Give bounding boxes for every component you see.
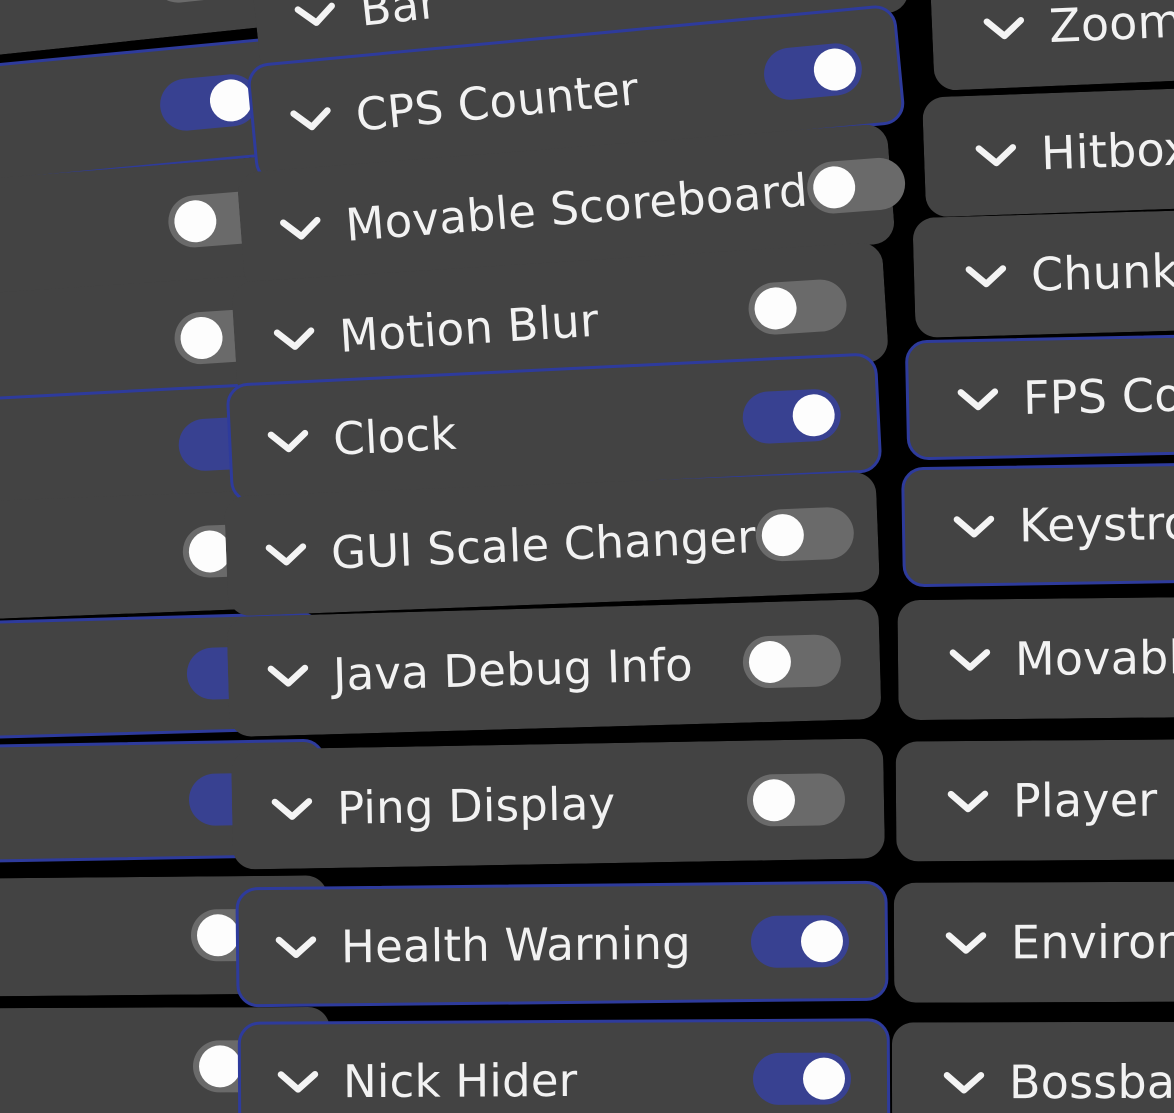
mod-label: Bossbar — [1008, 1054, 1174, 1110]
mod-toggle[interactable] — [754, 506, 855, 563]
chevron-down-icon[interactable] — [962, 252, 1009, 299]
chevron-down-icon[interactable] — [941, 1059, 987, 1105]
mod-card[interactable]: Zoom — [929, 0, 1174, 91]
mod-card[interactable]: Keystrokes — [901, 460, 1174, 588]
mod-card[interactable]: Movable Pots — [897, 595, 1174, 721]
chevron-down-icon[interactable] — [273, 924, 319, 970]
mod-label: Hitboxes — [1040, 119, 1174, 181]
toggle-knob — [802, 1057, 846, 1100]
mod-label: Health Warning — [340, 916, 692, 973]
mods-settings-screen: HUDDisplayOverlayProgressCameraak BarCPS… — [0, 0, 1174, 1113]
mod-card[interactable]: Player List — [895, 738, 1174, 862]
mod-label: Clock — [331, 406, 458, 466]
mod-toggle[interactable] — [746, 278, 849, 337]
mod-label: Motion Blur — [337, 293, 601, 363]
mod-label — [0, 1066, 193, 1068]
mod-toggle[interactable] — [746, 772, 846, 827]
toggle-knob — [748, 640, 792, 684]
chevron-down-icon[interactable] — [972, 131, 1020, 179]
mod-card[interactable]: GUI Scale Changer — [223, 471, 881, 617]
mod-label: Keystrokes — [1018, 494, 1174, 553]
mod-label: CPS Counter — [353, 61, 641, 142]
mod-toggle[interactable] — [149, 0, 253, 6]
chevron-down-icon[interactable] — [290, 0, 341, 40]
toggle-knob — [179, 315, 224, 361]
mod-label: Display — [0, 85, 162, 174]
mod-label — [0, 800, 189, 808]
toggle-knob — [811, 164, 857, 210]
chevron-down-icon[interactable] — [980, 4, 1028, 52]
chevron-down-icon[interactable] — [945, 778, 991, 824]
mod-toggle[interactable] — [742, 633, 842, 689]
chevron-down-icon[interactable] — [943, 919, 989, 965]
mod-label: Player List — [1012, 772, 1174, 828]
mod-label: Environment — [1010, 914, 1174, 970]
toggle-knob — [196, 914, 240, 957]
mod-card[interactable]: Chunk Borders — [912, 206, 1174, 338]
mod-card[interactable]: Nick Hider — [237, 1018, 891, 1113]
mod-label — [0, 553, 183, 571]
mod-card[interactable]: Hitboxes — [922, 82, 1174, 218]
mod-label: Nick Hider — [342, 1053, 578, 1108]
mod-label: Zoom — [1047, 0, 1174, 54]
mod-toggle[interactable] — [741, 388, 842, 445]
chevron-down-icon[interactable] — [264, 417, 312, 465]
mod-toggle[interactable] — [752, 1052, 852, 1106]
toggle-knob — [752, 778, 796, 822]
mod-label: ak — [0, 913, 191, 962]
toggle-knob — [791, 393, 836, 438]
mod-label: Ping Display — [336, 776, 616, 835]
chevron-down-icon[interactable] — [951, 503, 998, 550]
mod-card[interactable]: Environment — [893, 881, 1174, 1003]
mod-toggle[interactable] — [761, 41, 865, 103]
mod-label: FPS Counter — [1022, 365, 1174, 426]
toggle-knob — [800, 920, 844, 963]
mod-label: Progress — [0, 317, 176, 393]
toggle-knob — [760, 513, 805, 557]
mod-label: Camera — [0, 424, 180, 494]
chevron-down-icon[interactable] — [276, 204, 325, 253]
mod-card[interactable]: Bossbar — [891, 1021, 1174, 1113]
mod-label: Movable Pots — [1014, 629, 1174, 687]
mod-label: Java Debug Info — [332, 637, 694, 701]
chevron-down-icon[interactable] — [947, 636, 993, 682]
toggle-knob — [811, 46, 858, 93]
mod-label: Chunk Borders — [1030, 238, 1174, 302]
chevron-down-icon[interactable] — [270, 314, 319, 363]
toggle-knob — [172, 198, 218, 244]
mod-label — [0, 674, 187, 687]
mod-label: HUD — [0, 0, 154, 51]
chevron-down-icon[interactable] — [269, 785, 316, 832]
chevron-down-icon[interactable] — [286, 94, 336, 144]
mod-toggle[interactable] — [805, 155, 908, 216]
mod-label: Overlay — [0, 201, 170, 284]
mod-toggle[interactable] — [750, 914, 850, 969]
mod-card[interactable]: FPS Counter — [904, 331, 1174, 461]
mod-card[interactable]: Health Warning — [235, 880, 889, 1008]
mod-card[interactable]: Java Debug Info — [226, 598, 882, 738]
mod-label: GUI Scale Changer — [330, 509, 757, 579]
mod-toggle[interactable] — [157, 71, 261, 133]
chevron-down-icon[interactable] — [264, 652, 311, 699]
mod-label: Movable Scoreboard — [343, 162, 810, 252]
mod-card[interactable]: Ping Display — [231, 738, 885, 870]
toggle-knob — [198, 1045, 242, 1088]
chevron-down-icon[interactable] — [955, 376, 1002, 423]
chevron-down-icon[interactable] — [262, 530, 310, 578]
chevron-down-icon[interactable] — [275, 1058, 321, 1104]
toggle-knob — [753, 286, 798, 331]
